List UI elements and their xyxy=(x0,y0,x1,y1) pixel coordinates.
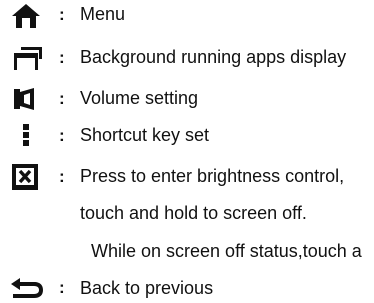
separator-colon: : xyxy=(59,126,65,145)
home-icon xyxy=(12,4,40,28)
speaker-icon xyxy=(14,88,34,110)
legend-label-recent-apps: Background running apps display xyxy=(80,47,347,67)
legend-row-recent-apps: : Background running apps display xyxy=(0,44,374,70)
vertical-dots-icon xyxy=(23,124,29,146)
brightness-box-icon xyxy=(12,164,38,190)
legend-label-menu: Menu xyxy=(80,4,126,24)
separator-colon: : xyxy=(59,5,65,24)
back-arrow-icon xyxy=(11,278,43,298)
legend-label-brightness-line-2: touch and hold to screen off. xyxy=(80,203,307,223)
separator-colon: : xyxy=(59,278,65,297)
separator-colon: : xyxy=(59,48,65,67)
recent-apps-icon xyxy=(14,47,42,70)
separator-colon: : xyxy=(59,89,65,108)
legend-label-back: Back to previous xyxy=(80,278,214,298)
legend-label-shortcut: Shortcut key set xyxy=(80,125,210,145)
legend-label-brightness-line-3: While on screen off status,touch a xyxy=(91,241,362,261)
legend-row-volume: : Volume setting xyxy=(0,86,374,112)
legend-label-volume: Volume setting xyxy=(80,88,199,108)
legend-row-menu: : Menu xyxy=(0,0,374,28)
legend-row-back: : Back to previous xyxy=(0,277,374,303)
legend-label-brightness: Press to enter brightness control, xyxy=(80,166,345,186)
separator-colon: : xyxy=(59,167,65,186)
legend-row-brightness: : Press to enter brightness control, tou… xyxy=(0,162,374,266)
legend-row-shortcut: : Shortcut key set xyxy=(0,121,374,147)
